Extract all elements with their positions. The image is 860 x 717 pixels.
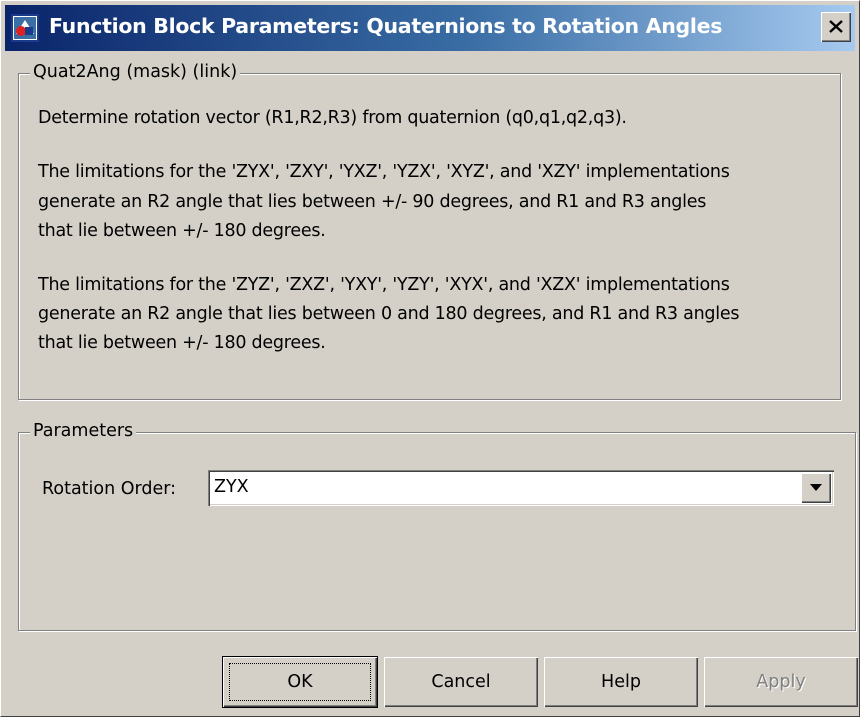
rotation-order-label: Rotation Order: [42,479,177,499]
description-line: The limitations for the 'ZYX', 'ZXY', 'Y… [38,162,730,182]
description-line: The limitations for the 'ZYZ', 'ZXZ', 'Y… [38,275,730,295]
description-line: generate an R2 angle that lies between 0… [38,304,740,324]
cancel-button-label: Cancel [431,672,491,692]
description-line: generate an R2 angle that lies between +… [38,192,707,212]
rotation-order-value: ZYX [214,477,249,497]
rotation-order-dropdown-button[interactable] [801,473,831,503]
help-button[interactable]: Help [544,657,698,707]
cancel-button[interactable]: Cancel [384,657,538,707]
chevron-down-icon [810,484,822,491]
description-line: that lie between +/- 180 degrees. [38,221,326,241]
rotation-order-select[interactable]: ZYX [208,470,834,506]
close-icon [829,20,843,33]
description-line: Determine rotation vector (R1,R2,R3) fro… [38,108,627,128]
dialog-window: Function Block Parameters: Quaternions t… [0,0,860,717]
simulink-block-icon [11,14,39,42]
ok-button[interactable]: OK [223,657,377,707]
ok-button-label: OK [287,672,313,692]
title-bar[interactable]: Function Block Parameters: Quaternions t… [5,5,855,51]
close-button[interactable] [821,12,851,42]
description-line: that lie between +/- 180 degrees. [38,333,326,353]
apply-button[interactable]: Apply [704,657,858,707]
parameters-group-legend: Parameters [30,421,137,441]
help-button-label: Help [601,672,641,692]
parameters-group-frame [18,432,856,631]
window-title: Function Block Parameters: Quaternions t… [49,14,723,38]
apply-button-label: Apply [756,672,806,692]
description-group-legend: Quat2Ang (mask) (link) [30,62,241,82]
